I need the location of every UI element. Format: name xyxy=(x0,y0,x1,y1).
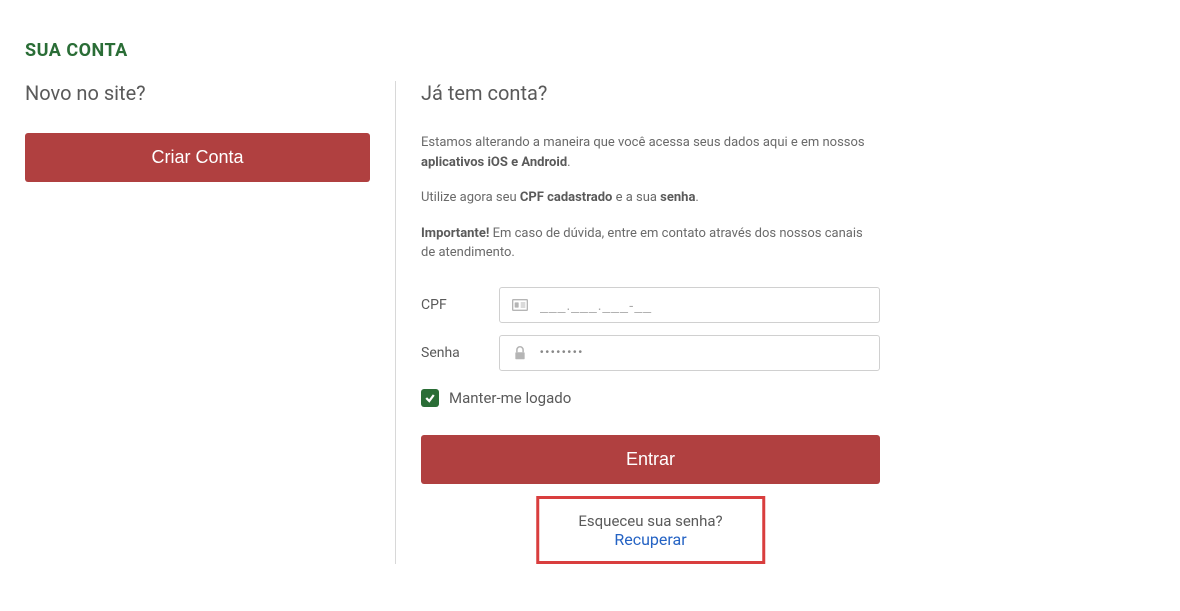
new-account-heading: Novo no site? xyxy=(25,81,370,105)
remember-label[interactable]: Manter-me logado xyxy=(449,389,571,407)
info-text-2-bold2: senha xyxy=(660,190,695,205)
senha-label: Senha xyxy=(421,345,499,361)
checkmark-icon xyxy=(424,392,436,404)
cpf-input[interactable] xyxy=(540,289,879,321)
info-text-2-bold1: CPF cadastrado xyxy=(520,190,613,205)
info-text-2: Utilize agora seu CPF cadastrado e a sua… xyxy=(421,188,880,208)
recover-link[interactable]: Recuperar xyxy=(614,530,686,549)
info-text-2-part1: Utilize agora seu xyxy=(421,190,520,205)
cpf-row: CPF xyxy=(421,287,880,323)
info-text-1-bold: aplicativos iOS e Android xyxy=(421,155,567,170)
senha-input[interactable] xyxy=(540,339,879,366)
info-text-3: Importante! Em caso de dúvida, entre em … xyxy=(421,224,880,263)
recover-text: Esqueceu sua senha? xyxy=(578,512,722,530)
info-text-2-part2: e a sua xyxy=(612,190,660,205)
login-button[interactable]: Entrar xyxy=(421,435,880,484)
lock-icon xyxy=(500,346,540,360)
cpf-input-wrapper xyxy=(499,287,880,323)
new-account-section: Novo no site? Criar Conta xyxy=(25,81,395,564)
senha-input-wrapper xyxy=(499,335,880,371)
id-card-icon xyxy=(500,298,540,312)
recover-row: Esqueceu sua senha? Recuperar xyxy=(536,496,766,564)
remember-checkbox[interactable] xyxy=(421,389,439,407)
info-text-1-part1: Estamos alterando a maneira que você ace… xyxy=(421,135,865,150)
remember-row: Manter-me logado xyxy=(421,389,880,407)
content-wrapper: Novo no site? Criar Conta Já tem conta? … xyxy=(25,81,1155,564)
info-text-2-part3: . xyxy=(695,190,698,205)
create-account-button[interactable]: Criar Conta xyxy=(25,133,370,182)
login-section: Já tem conta? Estamos alterando a maneir… xyxy=(395,81,880,564)
info-text-1: Estamos alterando a maneira que você ace… xyxy=(421,133,880,172)
cpf-label: CPF xyxy=(421,297,499,313)
page-title: SUA CONTA xyxy=(25,40,1155,61)
info-text-1-part2: . xyxy=(567,155,570,170)
login-heading: Já tem conta? xyxy=(421,81,880,105)
senha-row: Senha xyxy=(421,335,880,371)
info-text-3-bold: Importante! xyxy=(421,226,489,241)
